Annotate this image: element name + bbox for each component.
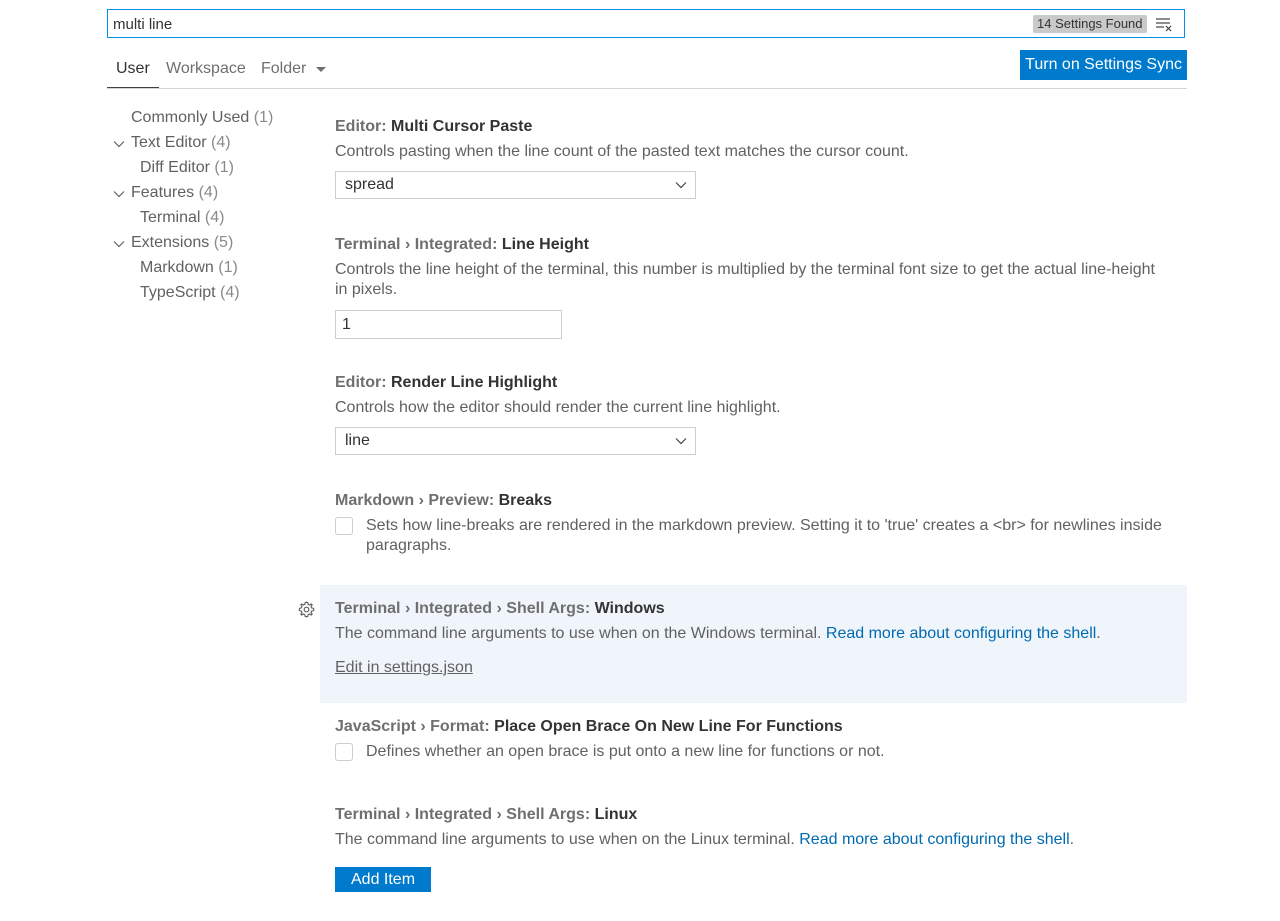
toc-item-count: (4) <box>204 209 225 226</box>
setting-category: Terminal › Integrated: <box>335 236 502 253</box>
setting-label: Render Line Highlight <box>391 374 558 391</box>
setting-description: Sets how line-breaks are rendered in the… <box>366 517 1162 554</box>
setting-description: Controls how the editor should render th… <box>335 399 781 416</box>
toc-item-label: Extensions <box>131 234 210 251</box>
line-height-input[interactable] <box>335 310 562 339</box>
toc-item-features[interactable]: Features (4) <box>107 181 307 206</box>
setting-category: Markdown › Preview: <box>335 492 499 509</box>
toc-item-label: Terminal <box>140 209 201 226</box>
chevron-down-icon <box>113 141 125 148</box>
setting-markdown-breaks: Markdown › Preview: Breaks Sets how line… <box>320 482 1187 582</box>
toc-item-text-editor[interactable]: Text Editor (4) <box>107 131 307 156</box>
chevron-down-icon <box>113 191 125 198</box>
setting-label: Windows <box>594 600 665 617</box>
toc-item-count: (4) <box>211 134 231 151</box>
toc-item-diff-editor[interactable]: Diff Editor (1) <box>107 156 307 181</box>
settings-search-box[interactable]: 14 Settings Found <box>107 9 1185 38</box>
setting-title: Markdown › Preview: Breaks <box>335 492 552 510</box>
tab-workspace[interactable]: Workspace <box>166 50 246 87</box>
open-brace-checkbox[interactable] <box>335 743 353 761</box>
add-item-button[interactable]: Add Item <box>335 867 432 892</box>
setting-label: Place Open Brace On New Line For Functio… <box>494 718 843 735</box>
setting-title: Terminal › Integrated: Line Height <box>335 236 589 254</box>
setting-title: Terminal › Integrated › Shell Args: Linu… <box>335 806 637 824</box>
toc-item-extensions[interactable]: Extensions (5) <box>107 231 307 256</box>
setting-category: Terminal › Integrated › Shell Args: <box>335 806 595 823</box>
setting-shell-args-linux: Terminal › Integrated › Shell Args: Linu… <box>320 796 1187 906</box>
setting-label: Breaks <box>498 492 552 509</box>
setting-js-open-brace-functions: JavaScript › Format: Place Open Brace On… <box>320 708 1187 798</box>
setting-title: Terminal › Integrated › Shell Args: Wind… <box>335 600 665 618</box>
setting-category: Editor: <box>335 374 391 391</box>
setting-label: Line Height <box>501 236 589 253</box>
setting-description: The command line arguments to use when o… <box>335 624 1165 644</box>
setting-category: JavaScript › Format: <box>335 718 495 735</box>
toc-item-commonly-used[interactable]: Commonly Used (1) <box>107 106 307 131</box>
toc-item-count: (1) <box>214 159 234 176</box>
tab-folder[interactable]: Folder <box>261 50 306 87</box>
settings-search-input[interactable] <box>113 13 1013 35</box>
settings-scope-tabs: User Workspace Folder Turn on Settings S… <box>107 50 1187 89</box>
toc-item-count: (1) <box>253 109 274 126</box>
setting-label: Multi Cursor Paste <box>391 118 533 135</box>
description-suffix: . <box>1096 625 1101 642</box>
gear-icon[interactable] <box>298 601 315 618</box>
setting-title: Editor: Multi Cursor Paste <box>335 118 532 136</box>
toc-item-count: (4) <box>220 284 240 301</box>
setting-category: Terminal › Integrated › Shell Args: <box>335 600 595 617</box>
toc-item-count: (5) <box>213 234 234 251</box>
toc-item-label: Markdown <box>140 259 214 276</box>
description-suffix: . <box>1069 831 1075 848</box>
setting-title: Editor: Render Line Highlight <box>335 374 557 392</box>
tab-user[interactable]: User <box>107 50 159 88</box>
toc-item-label: Diff Editor <box>140 159 210 176</box>
edit-in-settings-json-link[interactable]: Edit in settings.json <box>335 659 473 677</box>
setting-shell-args-windows: Terminal › Integrated › Shell Args: Wind… <box>320 585 1187 703</box>
shell-docs-link[interactable]: Read more about configuring the shell <box>799 831 1069 848</box>
setting-category: Editor: <box>335 118 391 135</box>
setting-label: Linux <box>594 806 638 823</box>
render-line-highlight-select[interactable]: line <box>335 427 696 455</box>
chevron-down-icon <box>675 182 687 189</box>
toc-item-typescript[interactable]: TypeScript (4) <box>107 281 307 306</box>
toc-item-count: (4) <box>198 184 219 201</box>
setting-description: The command line arguments to use when o… <box>335 830 1165 850</box>
toc-item-label: Text Editor <box>131 134 207 151</box>
setting-terminal-line-height: Terminal › Integrated: Line Height Contr… <box>320 226 1187 356</box>
select-value: spread <box>345 176 394 193</box>
toc-item-markdown[interactable]: Markdown (1) <box>107 256 307 281</box>
setting-multi-cursor-paste: Editor: Multi Cursor Paste Controls past… <box>320 108 1187 218</box>
setting-description: Defines whether an open brace is put ont… <box>366 743 885 760</box>
setting-description: Controls the line height of the terminal… <box>335 261 1155 298</box>
description-text: The command line arguments to use when o… <box>335 625 826 642</box>
setting-render-line-highlight: Editor: Render Line Highlight Controls h… <box>320 364 1187 474</box>
setting-description: Controls pasting when the line count of … <box>335 143 909 160</box>
toc-item-label: Commonly Used <box>131 109 250 126</box>
shell-docs-link[interactable]: Read more about configuring the shell <box>826 625 1096 642</box>
turn-on-settings-sync-button[interactable]: Turn on Settings Sync <box>1020 50 1187 80</box>
chevron-down-icon <box>113 241 125 248</box>
multi-cursor-paste-select[interactable]: spread <box>335 171 696 199</box>
toc-item-count: (1) <box>218 259 238 276</box>
toc-item-label: TypeScript <box>140 284 216 301</box>
select-value: line <box>345 432 370 449</box>
markdown-breaks-checkbox[interactable] <box>335 517 353 535</box>
toc-item-label: Features <box>131 184 195 201</box>
folder-dropdown-icon[interactable] <box>315 60 327 81</box>
description-text: The command line arguments to use when o… <box>335 831 800 848</box>
chevron-down-icon <box>675 438 687 445</box>
setting-title: JavaScript › Format: Place Open Brace On… <box>335 718 843 736</box>
settings-found-badge: 14 Settings Found <box>1033 15 1147 33</box>
toc-item-terminal[interactable]: Terminal (4) <box>107 206 307 231</box>
settings-toc: Commonly Used (1) Text Editor (4) Diff E… <box>107 106 307 306</box>
clear-filter-icon[interactable] <box>1154 15 1174 33</box>
